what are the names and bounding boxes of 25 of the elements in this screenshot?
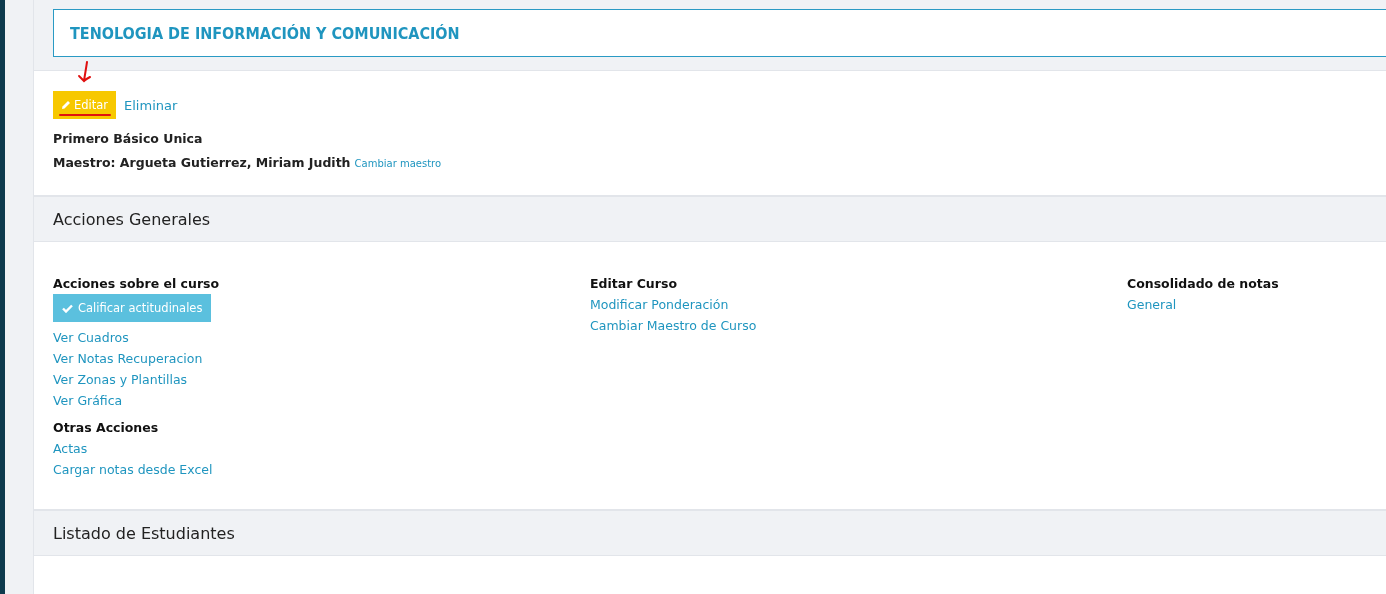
- action-link[interactable]: Ver Cuadros: [53, 327, 129, 348]
- section-title: Acciones Generales: [53, 209, 211, 229]
- pencil-icon: [61, 100, 71, 110]
- change-teacher-link[interactable]: Cambiar maestro: [354, 158, 442, 169]
- action-link[interactable]: Actas: [53, 438, 88, 459]
- delete-link[interactable]: Eliminar: [124, 97, 178, 113]
- course-group: Primero Básico Unica: [53, 131, 1386, 146]
- course-title: TENOLOGIA DE INFORMACIÓN Y COMUNICACIÓN: [70, 23, 460, 43]
- group-heading: Otras Acciones: [53, 420, 159, 435]
- group-heading: Editar Curso: [590, 276, 677, 291]
- action-link[interactable]: Cambiar Maestro de Curso: [590, 315, 757, 336]
- action-link[interactable]: General: [1127, 294, 1177, 315]
- group-heading: Consolidado de notas: [1127, 276, 1279, 291]
- action-link[interactable]: Ver Notas Recuperacion: [53, 348, 203, 369]
- section-title: Listado de Estudiantes: [53, 523, 235, 543]
- teacher-name: Maestro: Argueta Gutierrez, Miriam Judith: [53, 155, 351, 170]
- action-link[interactable]: Cargar notas desde Excel: [53, 459, 213, 480]
- action-link[interactable]: Modificar Ponderación: [590, 294, 729, 315]
- annotation-arrow: [78, 61, 92, 83]
- annotation-underline: [59, 114, 112, 116]
- grade-button[interactable]: Calificar actitudinales: [53, 294, 212, 322]
- group-heading: Acciones sobre el curso: [53, 276, 220, 291]
- action-link[interactable]: Ver Gráfica: [53, 390, 123, 411]
- check-icon: [62, 303, 73, 313]
- action-link[interactable]: Ver Zonas y Plantillas: [53, 369, 188, 390]
